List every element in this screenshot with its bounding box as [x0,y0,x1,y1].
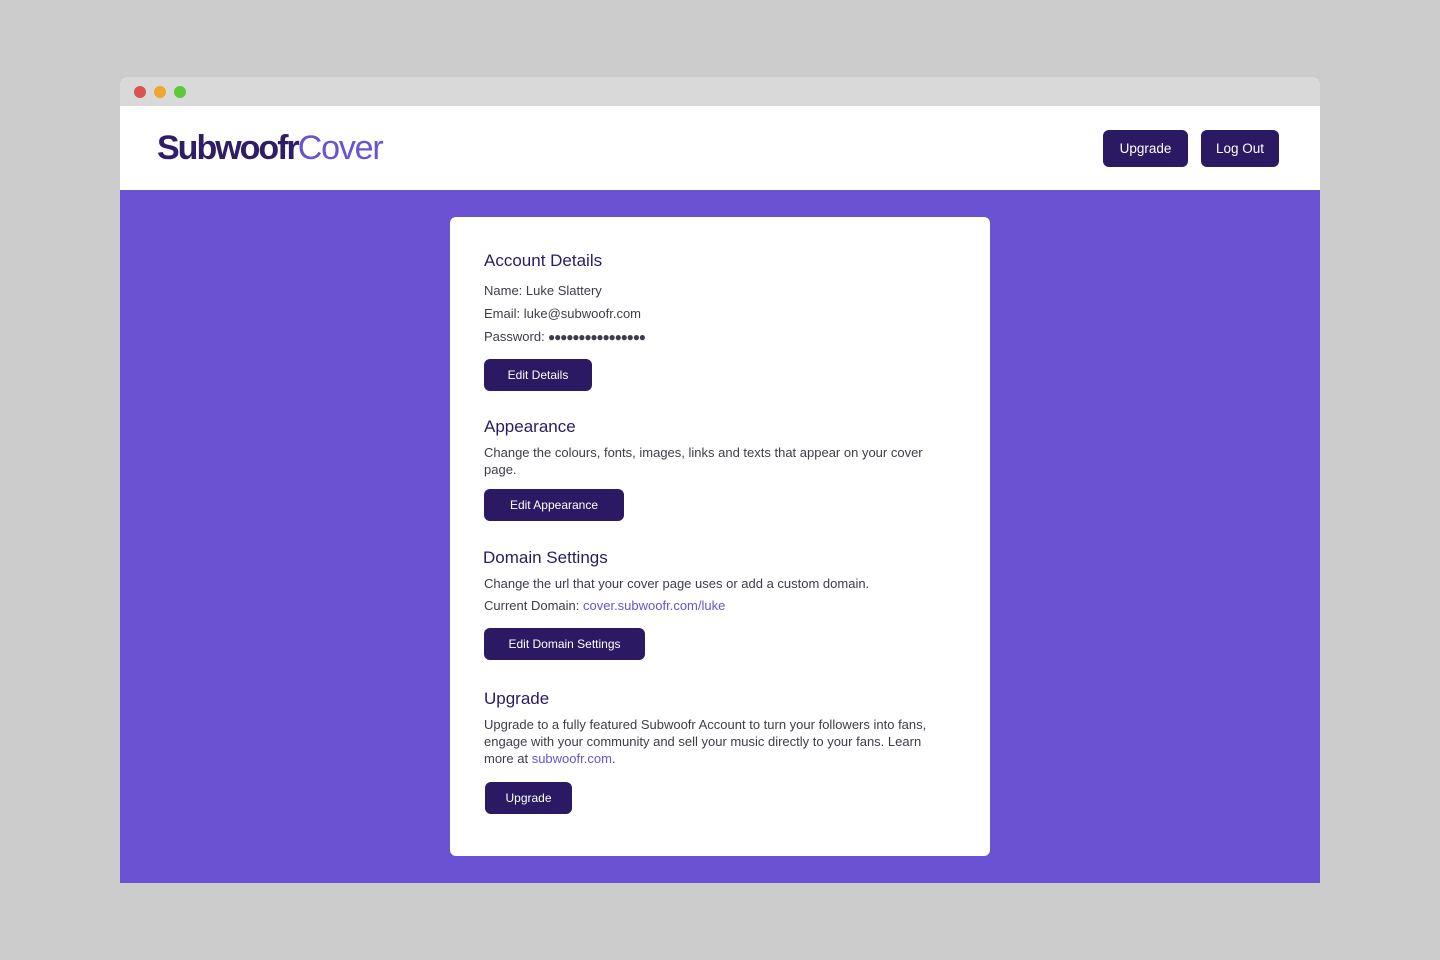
email-label: Email: [484,306,521,321]
edit-details-button[interactable]: Edit Details [484,359,592,391]
upgrade-heading: Upgrade [484,689,550,708]
logo-primary: Subwoofr [157,129,300,167]
settings-card: Account Details Name: Luke Slattery Emai… [450,217,990,856]
window-titlebar [120,77,1320,106]
card-upgrade-button[interactable]: Upgrade [485,782,572,814]
header-upgrade-button[interactable]: Upgrade [1103,130,1188,167]
minimize-window-button[interactable] [154,86,166,98]
account-name: Name: Luke Slattery [484,282,602,299]
upgrade-description: Upgrade to a fully featured Subwoofr Acc… [484,716,954,767]
maximize-window-button[interactable] [174,86,186,98]
account-email: Email: luke@subwoofr.com [484,305,641,322]
password-label: Password: [484,329,545,344]
app-header: SubwoofrCover Upgrade Log Out [120,106,1320,190]
upgrade-description-text: Upgrade to a fully featured Subwoofr Acc… [484,717,927,749]
current-domain-link[interactable]: cover.subwoofr.com/luke [583,598,725,613]
link-suffix: . [611,751,616,766]
account-password: Password: ●●●●●●●●●●●●●●●● [484,328,646,346]
logo-secondary: Cover [297,129,384,167]
appearance-description: Change the colours, fonts, images, links… [484,445,923,477]
email-value: luke@subwoofr.com [523,306,641,321]
subwoofr-cover-logo[interactable]: SubwoofrCover [157,126,384,170]
domain-settings-heading: Domain Settings [483,548,608,567]
close-window-button[interactable] [134,86,146,98]
edit-appearance-button[interactable]: Edit Appearance [484,489,624,521]
browser-window: SubwoofrCover Upgrade Log Out Account De… [120,77,1320,883]
domain-description: Change the url that your cover page uses… [484,576,870,591]
password-value: ●●●●●●●●●●●●●●●● [548,330,646,344]
subwoofr-link[interactable]: subwoofr.com [532,751,612,766]
name-label: Name: [484,283,523,298]
edit-domain-settings-button[interactable]: Edit Domain Settings [484,628,645,660]
name-value: Luke Slattery [525,283,602,298]
logout-button[interactable]: Log Out [1201,130,1279,167]
current-domain-label: Current Domain: [484,598,580,613]
current-domain: Current Domain: cover.subwoofr.com/luke [484,597,725,614]
account-details-heading: Account Details [484,251,603,270]
appearance-heading: Appearance [484,417,576,436]
